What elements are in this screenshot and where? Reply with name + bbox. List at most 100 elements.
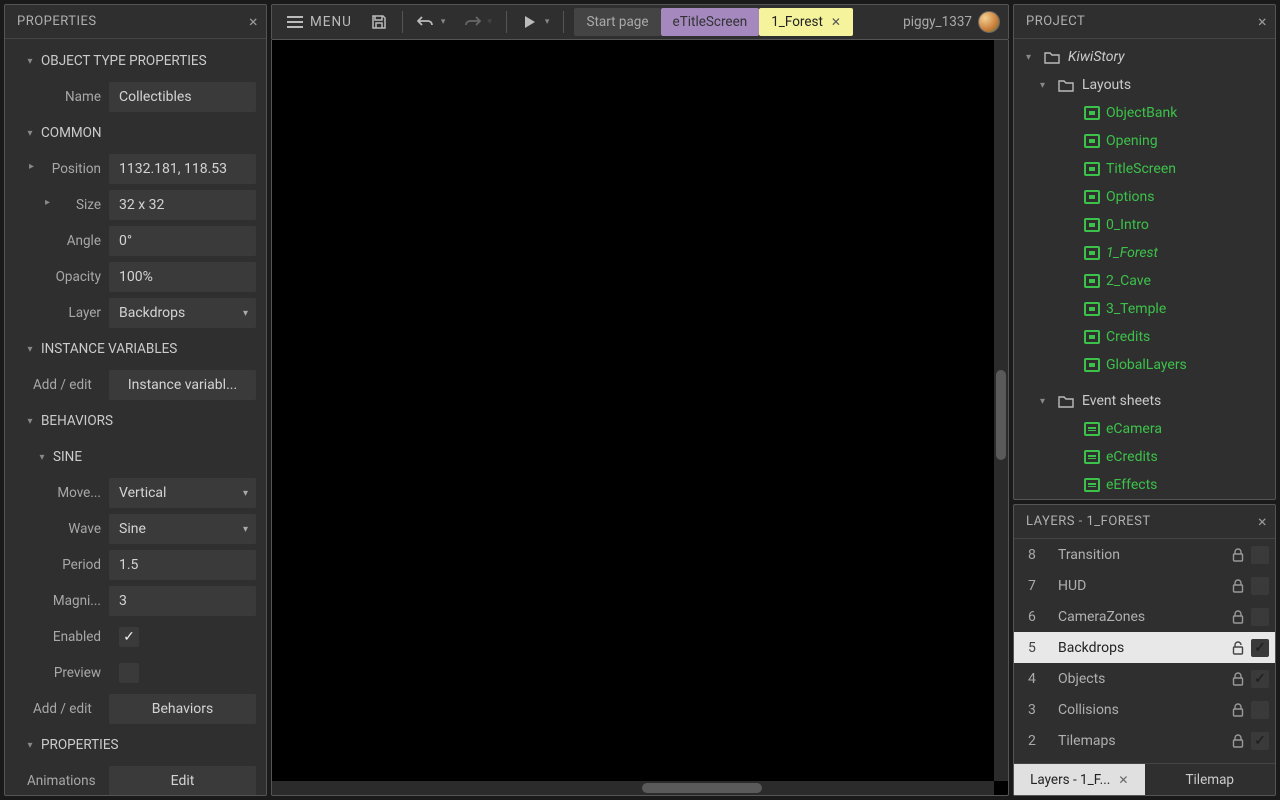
event-sheet-icon <box>1084 422 1100 436</box>
magnitude-label: Magni... <box>9 593 109 609</box>
expand-icon[interactable]: ▸ <box>29 161 34 172</box>
position-field[interactable]: 1132.181, 118.53 <box>109 154 256 184</box>
avatar-icon <box>978 11 1000 33</box>
tree-root[interactable]: ▾KiwiStory <box>1018 43 1269 71</box>
layer-select[interactable]: Backdrops <box>109 298 256 328</box>
size-label: ▸Size <box>9 197 109 213</box>
layout-icon <box>1084 358 1100 372</box>
tab-tilemap[interactable]: Tilemap <box>1145 764 1276 795</box>
tree-layout-0_Intro[interactable]: 0_Intro <box>1018 211 1269 239</box>
preview-checkbox[interactable] <box>119 663 139 683</box>
visibility-checkbox[interactable] <box>1251 577 1269 595</box>
tree-sheet-eCredits[interactable]: eCredits <box>1018 443 1269 471</box>
opacity-field[interactable]: 100% <box>109 262 256 292</box>
tab-layers[interactable]: Layers - 1_F...✕ <box>1014 764 1145 795</box>
close-icon[interactable]: × <box>1258 12 1267 31</box>
tree-layout-2_Cave[interactable]: 2_Cave <box>1018 267 1269 295</box>
lock-icon[interactable] <box>1231 672 1251 686</box>
enabled-label: Enabled <box>9 629 109 645</box>
magnitude-field[interactable]: 3 <box>109 586 256 616</box>
visibility-checkbox[interactable] <box>1251 670 1269 688</box>
layout-icon <box>1084 162 1100 176</box>
lock-icon[interactable] <box>1231 548 1251 562</box>
visibility-checkbox[interactable] <box>1251 639 1269 657</box>
project-panel: PROJECT × ▾KiwiStory▾LayoutsObjectBankOp… <box>1013 4 1276 500</box>
wave-select[interactable]: Sine <box>109 514 256 544</box>
angle-field[interactable]: 0° <box>109 226 256 256</box>
collapse-icon: ▾ <box>1026 52 1038 63</box>
lock-icon[interactable] <box>1231 703 1251 717</box>
layer-row-Transition[interactable]: 8Transition <box>1014 539 1275 570</box>
tree-layout-1_Forest[interactable]: 1_Forest <box>1018 239 1269 267</box>
section-sine[interactable]: ▾SINE <box>9 439 260 475</box>
visibility-checkbox[interactable] <box>1251 763 1269 764</box>
user-menu[interactable]: piggy_1337 <box>903 11 1002 33</box>
tree-layout-Credits[interactable]: Credits <box>1018 323 1269 351</box>
instance-vars-button[interactable]: Instance variabl... <box>109 370 256 400</box>
layer-row-Tilemaps[interactable]: 2Tilemaps <box>1014 725 1275 756</box>
behaviors-button[interactable]: Behaviors <box>109 694 256 724</box>
name-field[interactable]: Collectibles <box>109 82 256 112</box>
expand-icon[interactable]: ▸ <box>45 197 50 208</box>
section-properties[interactable]: ▾PROPERTIES <box>9 727 260 763</box>
animations-edit-button[interactable]: Edit <box>109 766 256 795</box>
lock-icon[interactable] <box>1231 579 1251 593</box>
close-icon[interactable]: ✕ <box>831 15 841 29</box>
tree-layout-Opening[interactable]: Opening <box>1018 127 1269 155</box>
tab-start-page[interactable]: Start page <box>574 8 660 36</box>
lock-icon[interactable] <box>1231 734 1251 748</box>
visibility-checkbox[interactable] <box>1251 546 1269 564</box>
undo-icon <box>417 13 435 31</box>
layout-icon <box>1084 106 1100 120</box>
period-field[interactable]: 1.5 <box>109 550 256 580</box>
visibility-checkbox[interactable] <box>1251 608 1269 626</box>
tree-folder-event-sheets[interactable]: ▾Event sheets <box>1018 387 1269 415</box>
layout-icon <box>1084 302 1100 316</box>
visibility-checkbox[interactable] <box>1251 732 1269 750</box>
layer-row-BG_1[interactable]: 1BG_1 <box>1014 756 1275 763</box>
tab-etitlescreen[interactable]: eTitleScreen <box>661 8 760 36</box>
close-icon[interactable]: × <box>249 12 258 31</box>
section-object-type[interactable]: ▾OBJECT TYPE PROPERTIES <box>9 43 260 79</box>
layer-row-HUD[interactable]: 7HUD <box>1014 570 1275 601</box>
collapse-icon: ▾ <box>23 128 37 139</box>
section-instance-vars[interactable]: ▾INSTANCE VARIABLES <box>9 331 260 367</box>
layer-row-CameraZones[interactable]: 6CameraZones <box>1014 601 1275 632</box>
menu-button[interactable]: MENU <box>278 8 360 36</box>
close-icon[interactable]: ✕ <box>1118 773 1128 787</box>
tree-sheet-eCamera[interactable]: eCamera <box>1018 415 1269 443</box>
layer-row-Objects[interactable]: 4Objects <box>1014 663 1275 694</box>
tree-layout-Options[interactable]: Options <box>1018 183 1269 211</box>
play-button[interactable]: ▾ <box>513 8 558 36</box>
lock-icon[interactable] <box>1231 641 1251 655</box>
tree-layout-GlobalLayers[interactable]: GlobalLayers <box>1018 351 1269 379</box>
save-button[interactable] <box>362 8 396 36</box>
layer-row-Collisions[interactable]: 3Collisions <box>1014 694 1275 725</box>
tree-folder-layouts[interactable]: ▾Layouts <box>1018 71 1269 99</box>
tree-sheet-eEffects[interactable]: eEffects <box>1018 471 1269 499</box>
visibility-checkbox[interactable] <box>1251 701 1269 719</box>
play-icon <box>521 13 539 31</box>
movement-select[interactable]: Vertical <box>109 478 256 508</box>
horizontal-scrollbar[interactable] <box>272 781 994 795</box>
lock-icon[interactable] <box>1231 610 1251 624</box>
section-common[interactable]: ▾COMMON <box>9 115 260 151</box>
event-sheet-icon <box>1084 478 1100 492</box>
close-icon[interactable]: × <box>1258 512 1267 531</box>
tree-layout-3_Temple[interactable]: 3_Temple <box>1018 295 1269 323</box>
movement-label: Move... <box>9 485 109 501</box>
tree-layout-ObjectBank[interactable]: ObjectBank <box>1018 99 1269 127</box>
redo-button[interactable]: ▾ <box>455 8 500 36</box>
undo-button[interactable]: ▾ <box>409 8 454 36</box>
tab-1-forest[interactable]: 1_Forest✕ <box>759 8 853 36</box>
section-behaviors[interactable]: ▾BEHAVIORS <box>9 403 260 439</box>
vertical-scrollbar[interactable] <box>994 40 1008 781</box>
tree-layout-TitleScreen[interactable]: TitleScreen <box>1018 155 1269 183</box>
size-field[interactable]: 32 x 32 <box>109 190 256 220</box>
layer-row-Backdrops[interactable]: 5Backdrops <box>1014 632 1275 663</box>
behaviors-add-edit-label: Add / edit <box>9 701 109 717</box>
period-label: Period <box>9 557 109 573</box>
folder-icon <box>1044 51 1062 64</box>
layout-canvas[interactable] <box>271 40 1009 796</box>
enabled-checkbox[interactable]: ✓ <box>119 627 139 647</box>
